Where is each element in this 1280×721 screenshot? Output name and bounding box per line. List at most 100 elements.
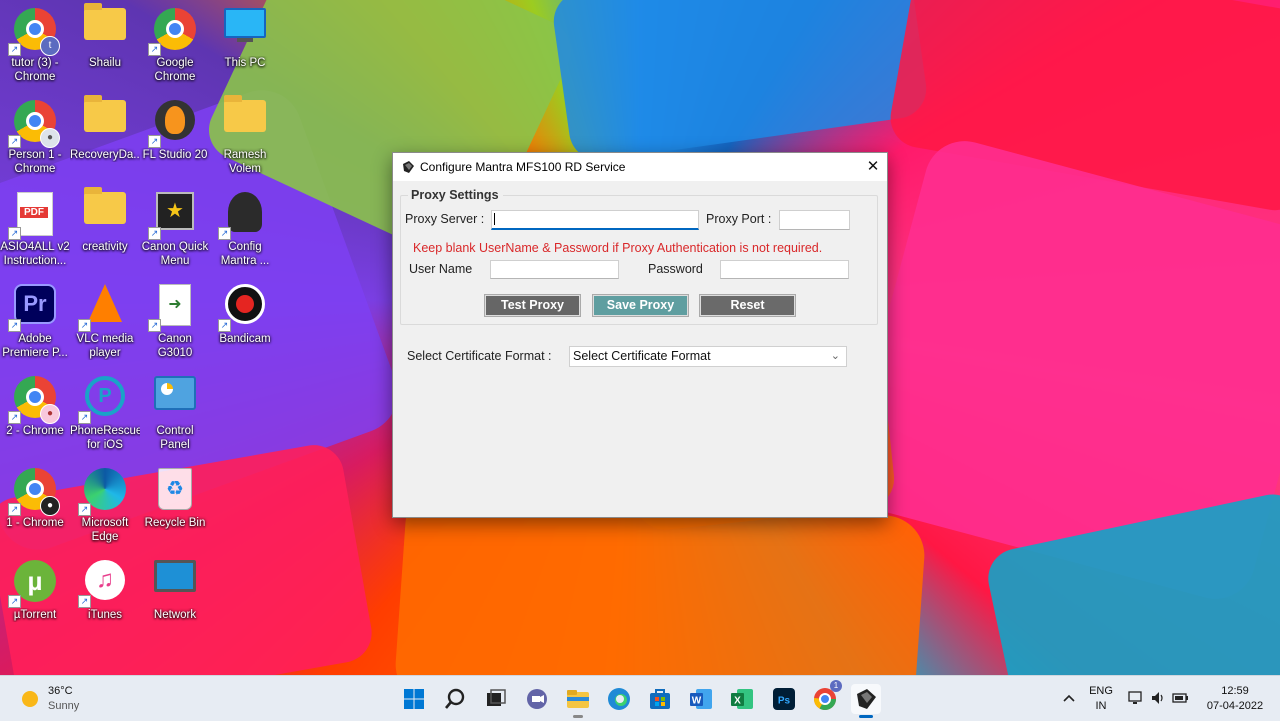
- weather-description: Sunny: [48, 700, 80, 712]
- show-hidden-icons-chevron-up-icon[interactable]: [1062, 692, 1076, 704]
- desktop-icon-label: Canon Quick Menu: [141, 241, 209, 267]
- desktop-icon-ramesh-folder[interactable]: Ramesh Volem: [210, 92, 280, 180]
- desktop-icon-label: creativity: [82, 241, 128, 253]
- username-input[interactable]: [490, 260, 619, 279]
- dialog-title: Configure Mantra MFS100 RD Service: [420, 160, 626, 174]
- excel-icon: X: [731, 689, 753, 709]
- clock-date[interactable]: 07-04-2022: [1200, 700, 1270, 712]
- store-icon: [650, 689, 670, 709]
- password-input[interactable]: [720, 260, 849, 279]
- desktop-icon-recycle-bin[interactable]: ♻ Recycle Bin: [140, 460, 210, 548]
- certificate-format-value: Select Certificate Format: [573, 349, 711, 363]
- desktop-icon-label: FL Studio 20: [142, 149, 208, 161]
- desktop-icon-edge[interactable]: ↗ Microsoft Edge: [70, 460, 140, 548]
- word-icon: W: [690, 689, 712, 709]
- desktop-icon-fl-studio[interactable]: ↗ FL Studio 20: [140, 92, 210, 180]
- canon-quick-menu-icon: ★: [156, 192, 194, 230]
- desktop-icon-itunes[interactable]: ♫ ↗ iTunes: [70, 552, 140, 640]
- desktop-icon-label: Person 1 - Chrome: [8, 149, 62, 175]
- desktop-icon-premiere[interactable]: Pr ↗ Adobe Premiere P...: [0, 276, 70, 364]
- desktop-icon-tutor-chrome[interactable]: t ↗ tutor (3) - Chrome: [0, 0, 70, 88]
- desktop-icon-control-panel[interactable]: Control Panel: [140, 368, 210, 456]
- battery-icon[interactable]: [1172, 691, 1190, 705]
- proxy-server-input[interactable]: [491, 210, 699, 230]
- configure-mantra-dialog: Configure Mantra MFS100 RD Service ✕ Pro…: [392, 152, 888, 518]
- desktop-icon-vlc[interactable]: ↗ VLC media player: [70, 276, 140, 364]
- desktop-icon-shailu-folder[interactable]: Shailu: [70, 0, 140, 88]
- desktop-icon-creativity-folder[interactable]: creativity: [70, 184, 140, 272]
- microsoft-store-button[interactable]: [645, 684, 675, 714]
- mantra-app-icon: [857, 689, 876, 709]
- mantra-icon: [228, 192, 262, 232]
- fl-studio-icon: [155, 100, 195, 140]
- language-indicator-bottom[interactable]: IN: [1088, 700, 1114, 712]
- desktop-icon-google-chrome[interactable]: ↗ Google Chrome: [140, 0, 210, 88]
- desktop-icon-canon-g3010[interactable]: ➜↗ Canon G3010 series Onlin...: [140, 276, 210, 364]
- desktop-icon-asio4all-pdf[interactable]: PDF ↗ ASIO4ALL v2 Instruction...: [0, 184, 70, 272]
- premiere-icon: Pr: [14, 284, 56, 324]
- weather-widget[interactable]: 36°C Sunny: [18, 684, 98, 714]
- save-proxy-button[interactable]: Save Proxy: [592, 294, 689, 317]
- desktop-icon-label: PhoneRescue for iOS: [70, 425, 140, 451]
- desktop-icon-config-mantra[interactable]: ↗ Config Mantra ...: [210, 184, 280, 272]
- svg-text:Ps: Ps: [778, 696, 791, 707]
- bandicam-icon: [225, 284, 265, 324]
- sun-icon: [22, 691, 38, 707]
- svg-text:W: W: [692, 696, 702, 707]
- reset-button[interactable]: Reset: [699, 294, 796, 317]
- excel-button[interactable]: X: [727, 684, 757, 714]
- desktop-icon-label: iTunes: [87, 609, 123, 621]
- desktop-icon-network[interactable]: Network: [140, 552, 210, 640]
- desktop-icon-label: Ramesh Volem: [223, 149, 267, 175]
- edge-taskbar-button[interactable]: [604, 684, 634, 714]
- photoshop-icon: Ps: [773, 688, 795, 710]
- language-indicator-top[interactable]: ENG: [1088, 685, 1114, 697]
- proxy-server-label: Proxy Server :: [405, 212, 485, 226]
- word-button[interactable]: W: [686, 684, 716, 714]
- desktop-icon-label: RecoveryDa...: [70, 149, 140, 161]
- desktop-icon-person1-chrome[interactable]: ● ↗ Person 1 - Chrome: [0, 92, 70, 180]
- mantra-app-icon: [403, 161, 414, 173]
- desktop-icon-label: This PC: [224, 57, 266, 69]
- desktop-icon-label: Shailu: [89, 57, 121, 69]
- dialog-titlebar[interactable]: Configure Mantra MFS100 RD Service ✕: [393, 153, 887, 181]
- desktop-icon-1-chrome[interactable]: ● ↗ 1 - Chrome: [0, 460, 70, 548]
- search-icon: [445, 688, 465, 709]
- desktop-icon-label: 2 - Chrome: [6, 425, 64, 437]
- teams-chat-button[interactable]: [522, 684, 552, 714]
- desktop-icon-label: Microsoft Edge: [81, 517, 129, 543]
- proxy-port-input[interactable]: [779, 210, 850, 230]
- proxy-auth-warning: Keep blank UserName & Password if Proxy …: [413, 241, 823, 255]
- chrome-taskbar-button[interactable]: 1: [810, 680, 842, 714]
- username-label: User Name: [409, 262, 473, 276]
- mantra-taskbar-button[interactable]: [851, 684, 881, 718]
- pdf-icon: PDF: [17, 192, 53, 236]
- task-view-button[interactable]: [481, 684, 511, 714]
- folder-icon: [84, 3, 126, 40]
- certificate-format-select[interactable]: Select Certificate Format ⌄: [569, 346, 847, 367]
- proxy-settings-title: Proxy Settings: [408, 188, 503, 202]
- photoshop-button[interactable]: Ps: [769, 684, 799, 714]
- close-button[interactable]: ✕: [859, 153, 887, 181]
- desktop-icon-phonerescue[interactable]: P ↗ PhoneRescue for iOS: [70, 368, 140, 456]
- network-status-icon[interactable]: [1128, 690, 1144, 706]
- desktop-icon-label: Control Panel: [156, 425, 194, 451]
- search-button[interactable]: [440, 684, 470, 714]
- volume-icon[interactable]: [1150, 690, 1166, 706]
- desktop-icon-label: Config Mantra ...: [220, 241, 270, 267]
- test-proxy-button[interactable]: Test Proxy: [484, 294, 581, 317]
- desktop-icon-recoveryda-folder[interactable]: RecoveryDa...: [70, 92, 140, 180]
- desktop-icon-2-chrome[interactable]: ● ↗ 2 - Chrome: [0, 368, 70, 456]
- text-caret: [494, 213, 495, 225]
- desktop-icon-canon-quick-menu[interactable]: ★ ↗ Canon Quick Menu: [140, 184, 210, 272]
- file-explorer-button[interactable]: [563, 684, 593, 718]
- desktop-icon-bandicam[interactable]: ↗ Bandicam: [210, 276, 280, 364]
- folder-icon: [224, 95, 266, 132]
- desktop-icon-utorrent[interactable]: µ ↗ µTorrent: [0, 552, 70, 640]
- start-button[interactable]: [399, 684, 429, 714]
- clock-time[interactable]: 12:59: [1200, 685, 1270, 697]
- desktop-icon-label: ASIO4ALL v2 Instruction...: [0, 241, 70, 267]
- desktop-icon-label: tutor (3) - Chrome: [11, 57, 59, 83]
- chrome-window-count-badge: 1: [830, 680, 842, 692]
- desktop-icon-this-pc[interactable]: This PC: [210, 0, 280, 88]
